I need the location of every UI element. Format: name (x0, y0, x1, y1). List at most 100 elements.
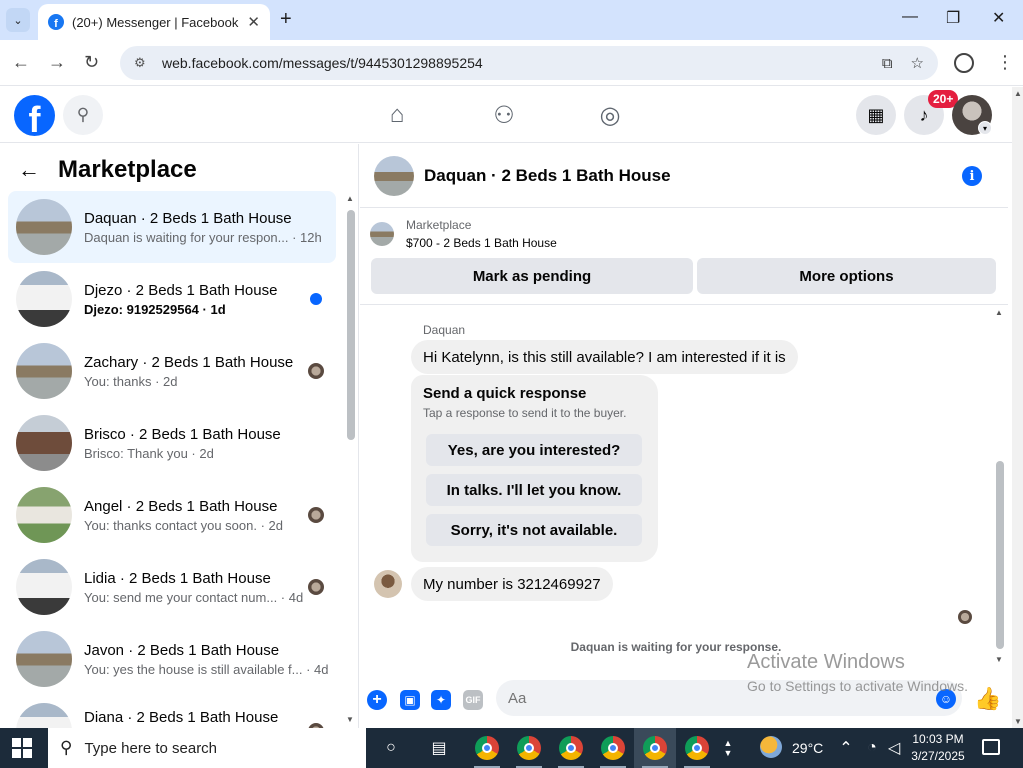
thumbs-up-icon[interactable]: 👍 (974, 686, 1001, 712)
taskbar-overflow-chevron-icon[interactable]: ▲ ▼ (718, 736, 738, 760)
cortana-icon[interactable]: ○ (379, 736, 403, 760)
page-scrollbar[interactable]: ▲ ▼ (1012, 87, 1023, 728)
taskbar-chrome-window[interactable] (550, 728, 592, 768)
facebook-logo-icon[interactable]: f (14, 95, 55, 136)
conversation-preview: You: thanks contact you soon. · 2d (84, 517, 283, 533)
new-tab-button[interactable]: + (280, 8, 292, 31)
forward-button[interactable]: → (48, 52, 66, 73)
conversation-item-lidia[interactable]: Lidia · 2 Beds 1 Bath House You: send me… (8, 551, 336, 623)
quick-response-card: Send a quick response Tap a response to … (411, 375, 658, 562)
home-icon[interactable]: ⌂ (381, 99, 413, 131)
sticker-icon[interactable]: ✦ (431, 690, 451, 710)
taskbar-chrome-window[interactable] (508, 728, 550, 768)
unread-dot-icon (310, 293, 322, 305)
scroll-up-icon[interactable]: ▲ (1014, 89, 1022, 98)
window-minimize-button[interactable]: — (902, 8, 918, 26)
chevron-down-icon[interactable]: ▾ (978, 121, 992, 135)
windows-start-icon[interactable] (12, 738, 32, 758)
taskbar-clock[interactable]: 10:03 PM 3/27/2025 (906, 731, 970, 765)
scroll-up-icon[interactable]: ▲ (995, 308, 1003, 317)
tab-close-icon[interactable]: ✕ (247, 13, 260, 31)
scroll-down-icon[interactable]: ▼ (1014, 717, 1022, 726)
incoming-message[interactable]: Hi Katelynn, is this still available? I … (411, 340, 798, 374)
search-icon: ⚲ (60, 738, 73, 757)
weather-icon[interactable] (760, 736, 782, 758)
quick-response-yes-button[interactable]: Yes, are you interested? (426, 434, 642, 466)
taskbar-chrome-window[interactable] (466, 728, 508, 768)
conversation-name: Brisco · 2 Beds 1 Bath House (84, 425, 281, 443)
conversation-list-scrollbar[interactable]: ▲ ▼ (345, 194, 357, 724)
browser-profile-icon[interactable] (954, 53, 974, 73)
taskbar-chrome-window[interactable] (592, 728, 634, 768)
chat-listing-thumbnail[interactable] (374, 155, 414, 196)
tab-search-dropdown[interactable]: ⌄ (6, 8, 30, 32)
activate-windows-watermark: Activate Windows Go to Settings to activ… (747, 651, 968, 694)
back-button[interactable]: ← (12, 52, 30, 73)
quick-response-title: Send a quick response (423, 385, 587, 402)
conversation-item-daquan[interactable]: Daquan · 2 Beds 1 Bath House Daquan is w… (8, 191, 336, 263)
chat-scrollbar[interactable]: ▲ ▼ (994, 308, 1006, 664)
temperature-readout[interactable]: 29°C (792, 728, 823, 768)
scrollbar-thumb[interactable] (996, 461, 1004, 649)
bookmark-star-icon[interactable]: ☆ (911, 54, 924, 72)
facebook-search-icon[interactable]: ⚲ (63, 95, 103, 135)
listing-thumbnail (16, 415, 72, 471)
reload-button[interactable]: ↻ (84, 52, 99, 73)
install-app-icon[interactable]: ⧉ (882, 55, 893, 72)
volume-icon[interactable]: ◁ (882, 736, 906, 760)
conversation-item-djezo[interactable]: Djezo · 2 Beds 1 Bath House Djezo: 91925… (8, 263, 336, 335)
groups-icon[interactable]: ◎ (594, 99, 626, 131)
browser-menu-icon[interactable]: ⋮ (996, 52, 1014, 73)
chrome-icon (601, 736, 625, 760)
chat-header: Daquan · 2 Beds 1 Bath House i (360, 144, 1008, 208)
window-maximize-button[interactable]: ❐ (946, 8, 960, 28)
taskbar-search-placeholder: Type here to search (84, 739, 218, 757)
action-center-icon[interactable] (982, 739, 1000, 755)
watermark-line-2: Go to Settings to activate Windows. (747, 678, 968, 694)
site-info-icon[interactable]: ⚙ (134, 55, 150, 71)
conversation-item-brisco[interactable]: Brisco · 2 Beds 1 Bath House Brisco: Tha… (8, 407, 336, 479)
listing-thumbnail (16, 487, 72, 543)
scroll-down-icon[interactable]: ▼ (346, 715, 354, 724)
quick-response-not-available-button[interactable]: Sorry, it's not available. (426, 514, 642, 546)
chat-title[interactable]: Daquan · 2 Beds 1 Bath House (424, 166, 671, 186)
more-options-button[interactable]: More options (697, 258, 996, 294)
listing-thumbnail (16, 199, 72, 255)
conversation-item-zachary[interactable]: Zachary · 2 Beds 1 Bath House You: thank… (8, 335, 336, 407)
listing-thumbnail (16, 343, 72, 399)
listing-thumbnail (16, 559, 72, 615)
scroll-up-icon[interactable]: ▲ (346, 194, 354, 203)
conversation-item-diana[interactable]: Diana · 2 Beds 1 Bath House (8, 695, 336, 728)
incoming-message[interactable]: My number is 3212469927 (411, 567, 613, 601)
task-view-icon[interactable]: ▤ (427, 736, 451, 760)
mark-as-pending-button[interactable]: Mark as pending (371, 258, 693, 294)
quick-response-in-talks-button[interactable]: In talks. I'll let you know. (426, 474, 642, 506)
plus-icon[interactable]: + (367, 690, 387, 710)
network-icon[interactable]: ◔ (860, 736, 884, 760)
browser-tab-messenger[interactable]: f (20+) Messenger | Facebook ✕ (38, 4, 270, 40)
sender-name: Daquan (423, 323, 466, 337)
listing-summary[interactable]: Marketplace $700 - 2 Beds 1 Bath House (370, 218, 557, 250)
taskbar-chrome-window[interactable] (676, 728, 718, 768)
sender-avatar[interactable] (374, 570, 402, 598)
window-close-button[interactable]: ✕ (992, 8, 1005, 28)
tray-chevron-up-icon[interactable]: ⌃ (834, 736, 858, 760)
friends-icon[interactable]: ⚇ (488, 99, 520, 131)
taskbar-search-box[interactable]: ⚲ Type here to search (48, 728, 366, 768)
chrome-icon (643, 736, 667, 760)
scroll-down-icon[interactable]: ▼ (995, 655, 1003, 664)
taskbar-chrome-window-active[interactable] (634, 728, 676, 768)
url-omnibox[interactable]: ⚙ web.facebook.com/messages/t/9445301298… (120, 46, 938, 80)
clock-time: 10:03 PM (912, 732, 964, 746)
info-icon[interactable]: i (962, 166, 982, 186)
conversation-item-angel[interactable]: Angel · 2 Beds 1 Bath House You: thanks … (8, 479, 336, 551)
back-arrow-icon[interactable]: ← (18, 157, 40, 183)
scrollbar-thumb[interactable] (347, 210, 355, 440)
conversation-preview: You: send me your contact num... · 4d (84, 589, 304, 605)
conversation-item-javon[interactable]: Javon · 2 Beds 1 Bath House You: yes the… (8, 623, 336, 695)
chrome-icon (517, 736, 541, 760)
gif-icon[interactable]: GIF (463, 690, 483, 710)
menu-grid-icon[interactable]: ▦ (856, 95, 896, 135)
photo-icon[interactable]: ▣ (400, 690, 420, 710)
conversation-preview: Djezo: 9192529564 · 1d (84, 301, 226, 317)
